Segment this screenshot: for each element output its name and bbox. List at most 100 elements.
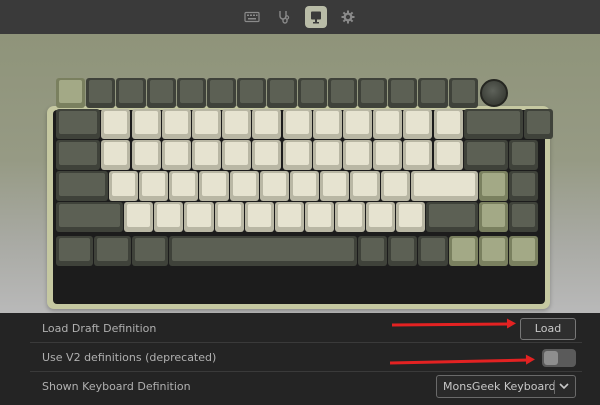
keycap[interactable] (312, 140, 342, 170)
keycap[interactable] (418, 236, 448, 266)
top-nav-bar (0, 0, 600, 34)
keycap[interactable] (237, 78, 267, 108)
keycap[interactable] (139, 171, 169, 201)
keycap[interactable] (222, 140, 252, 170)
keycap[interactable] (478, 236, 508, 266)
keycap[interactable] (56, 202, 123, 232)
keycap[interactable] (56, 78, 86, 108)
keycap[interactable] (184, 202, 214, 232)
keycap[interactable] (358, 236, 388, 266)
keycap[interactable] (207, 78, 237, 108)
keycap[interactable] (154, 202, 184, 232)
keycap[interactable] (199, 171, 229, 201)
keycap[interactable] (274, 202, 305, 232)
load-draft-label: Load Draft Definition (42, 322, 157, 335)
keycap[interactable] (131, 109, 161, 139)
keycap[interactable] (410, 171, 478, 201)
keycap[interactable] (524, 109, 554, 139)
keycap[interactable] (320, 171, 350, 201)
nav-configure[interactable] (305, 6, 327, 28)
keycap[interactable] (448, 78, 478, 108)
keyboard-definition-select[interactable]: MonsGeek Keyboard (436, 375, 576, 398)
keycap[interactable] (161, 140, 191, 170)
keycap[interactable] (176, 78, 206, 108)
keycap[interactable] (86, 78, 116, 108)
keycap[interactable] (131, 140, 161, 170)
keycap[interactable] (161, 109, 191, 139)
keycap[interactable] (342, 109, 373, 139)
keycap[interactable] (101, 109, 131, 139)
keycap[interactable] (214, 202, 244, 232)
keycap[interactable] (290, 171, 320, 201)
keycap[interactable] (335, 202, 365, 232)
keycap[interactable] (509, 171, 539, 201)
keycap[interactable] (169, 236, 357, 266)
keycap[interactable] (252, 109, 282, 139)
keycap[interactable] (56, 171, 108, 201)
keycap[interactable] (131, 236, 169, 266)
keycap[interactable] (373, 109, 403, 139)
v2-definitions-label: Use V2 definitions (deprecated) (42, 351, 217, 364)
keycap[interactable] (380, 171, 410, 201)
keycap[interactable] (56, 236, 93, 266)
keycap[interactable] (425, 202, 478, 232)
nav-settings[interactable] (337, 6, 359, 28)
keycap[interactable] (388, 236, 418, 266)
keycap[interactable] (433, 109, 463, 139)
toggle-thumb (544, 351, 558, 365)
keycap[interactable] (433, 140, 463, 170)
keycap[interactable] (93, 236, 131, 266)
keycap[interactable] (312, 109, 342, 139)
keycap[interactable] (403, 109, 433, 139)
keycap[interactable] (267, 78, 297, 108)
keycap[interactable] (56, 140, 101, 170)
keycap[interactable] (403, 140, 433, 170)
configure-icon (311, 11, 321, 24)
keycap[interactable] (56, 109, 101, 139)
keycap[interactable] (509, 140, 539, 170)
keycap[interactable] (509, 202, 539, 232)
keycap[interactable] (222, 109, 252, 139)
keycap[interactable] (259, 171, 290, 201)
keycap[interactable] (229, 171, 259, 201)
keycap[interactable] (327, 78, 357, 108)
keycap[interactable] (463, 140, 508, 170)
v2-definitions-toggle[interactable] (542, 349, 576, 367)
keycap[interactable] (169, 171, 199, 201)
nav-debug[interactable] (273, 6, 295, 28)
keycap[interactable] (146, 78, 176, 108)
keycap[interactable] (478, 202, 508, 232)
keycap[interactable] (252, 140, 282, 170)
keycap[interactable] (282, 109, 312, 139)
keycap[interactable] (191, 140, 222, 170)
keycap[interactable] (297, 78, 327, 108)
keycap[interactable] (388, 78, 418, 108)
load-button[interactable]: Load (520, 318, 576, 340)
keycap[interactable] (463, 109, 524, 139)
shown-definition-row: Shown Keyboard Definition MonsGeek Keybo… (30, 373, 582, 401)
keycap[interactable] (509, 236, 539, 266)
gear-icon (341, 10, 355, 24)
keycap[interactable] (365, 202, 395, 232)
keycap[interactable] (358, 78, 388, 108)
keycap[interactable] (101, 140, 131, 170)
select-separator (554, 380, 555, 394)
keycap[interactable] (418, 78, 448, 108)
keycap[interactable] (244, 202, 274, 232)
keycap[interactable] (282, 140, 312, 170)
shown-definition-label: Shown Keyboard Definition (42, 380, 191, 393)
keycap[interactable] (123, 202, 154, 232)
nav-test-keyboard[interactable] (241, 6, 263, 28)
keycap[interactable] (448, 236, 478, 266)
keycap[interactable] (191, 109, 222, 139)
rotary-knob[interactable] (479, 79, 508, 107)
keycap[interactable] (116, 78, 146, 108)
keycap[interactable] (395, 202, 425, 232)
keycap[interactable] (108, 171, 139, 201)
keycap[interactable] (305, 202, 335, 232)
keycap[interactable] (350, 171, 380, 201)
keycap[interactable] (373, 140, 403, 170)
keyboard-stage (0, 34, 600, 313)
keycap[interactable] (478, 171, 508, 201)
keycap[interactable] (342, 140, 373, 170)
